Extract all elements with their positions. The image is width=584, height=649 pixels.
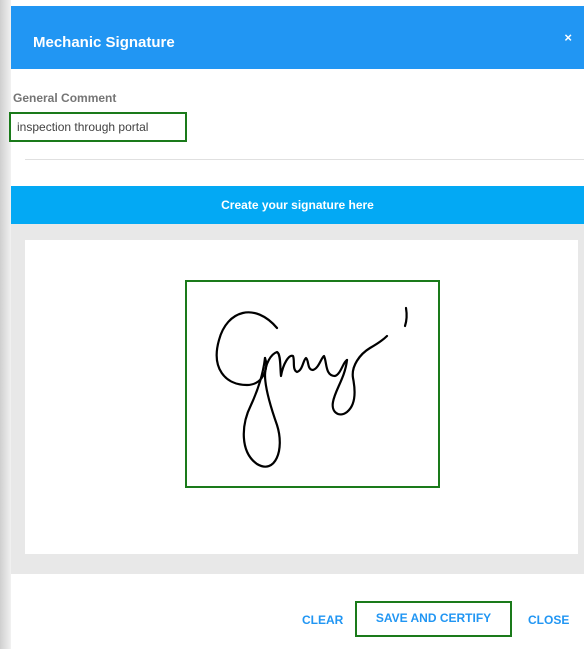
- backdrop-shadow: [0, 0, 11, 649]
- clear-button[interactable]: CLEAR: [302, 610, 343, 630]
- general-comment-field[interactable]: inspection through portal: [9, 112, 187, 142]
- comment-divider: [25, 159, 584, 160]
- signature-banner: Create your signature here: [11, 186, 584, 224]
- dialog-title: Mechanic Signature: [33, 34, 175, 51]
- dialog-header: Mechanic Signature ×: [11, 6, 584, 69]
- mechanic-signature-dialog: Mechanic Signature × General Comment ins…: [9, 6, 584, 649]
- signature-highlight: [185, 280, 440, 488]
- general-comment-label: General Comment: [13, 91, 117, 105]
- save-and-certify-button[interactable]: SAVE AND CERTIFY: [355, 601, 512, 637]
- close-icon[interactable]: ×: [564, 30, 572, 46]
- close-button[interactable]: CLOSE: [528, 610, 569, 630]
